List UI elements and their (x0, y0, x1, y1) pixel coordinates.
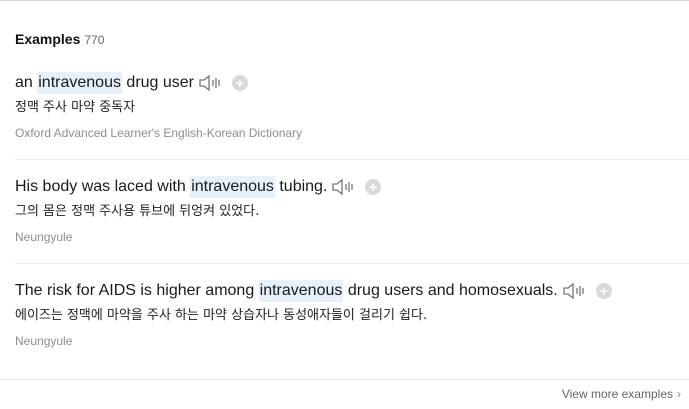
divider (15, 263, 689, 264)
add-icon[interactable]: + (365, 179, 382, 195)
example-sentence: an intravenous drug user + (15, 72, 689, 94)
speaker-icon[interactable] (198, 73, 224, 93)
example-item: The risk for AIDS is higher among intrav… (15, 280, 689, 349)
section-title-text: Examples (15, 31, 81, 47)
highlighted-word: intravenous (258, 280, 344, 302)
example-translation: 정맥 주사 마약 중독자 (15, 100, 136, 115)
example-source[interactable]: Neungyule (15, 333, 689, 349)
example-sentence: The risk for AIDS is higher among intrav… (15, 280, 689, 302)
example-translation: 그의 몸은 정맥 주사용 튜브에 뒤엉켜 있었다. (15, 204, 260, 219)
example-item: His body was laced with intravenous tubi… (15, 176, 689, 245)
sentence-text: drug users and homosexuals. (343, 282, 558, 299)
example-count: 770 (84, 33, 105, 47)
view-more-examples-link[interactable]: View more examples › (562, 386, 681, 402)
top-border (0, 0, 689, 1)
add-icon[interactable]: + (232, 75, 249, 91)
speaker-icon[interactable] (562, 281, 588, 301)
sentence-text: The risk for AIDS is higher among (15, 282, 259, 299)
speaker-icon[interactable] (331, 177, 357, 197)
example-source[interactable]: Neungyule (15, 229, 689, 245)
sentence-text: drug user (121, 74, 195, 91)
sentence-text: His body was laced with (15, 178, 191, 195)
example-translation: 에이즈는 정맥에 마약을 주사 하는 마약 상습자나 동성애자들이 걸리기 쉽다… (15, 308, 428, 323)
sentence-text: tubing. (274, 178, 328, 195)
sentence-text: an (15, 74, 38, 91)
chevron-right-icon: › (677, 387, 681, 401)
example-source[interactable]: Oxford Advanced Learner's English-Korean… (15, 125, 689, 141)
add-icon[interactable]: + (595, 283, 612, 299)
example-sentence: His body was laced with intravenous tubi… (15, 176, 689, 198)
highlighted-word: intravenous (190, 176, 275, 198)
divider (15, 159, 689, 160)
footer-divider (0, 379, 689, 380)
highlighted-word: intravenous (37, 72, 122, 94)
example-item: an intravenous drug user + 정맥 주사 마약 중독자 … (15, 72, 689, 141)
section-title: Examples 770 (15, 30, 104, 48)
view-more-label: View more examples (561, 387, 673, 401)
